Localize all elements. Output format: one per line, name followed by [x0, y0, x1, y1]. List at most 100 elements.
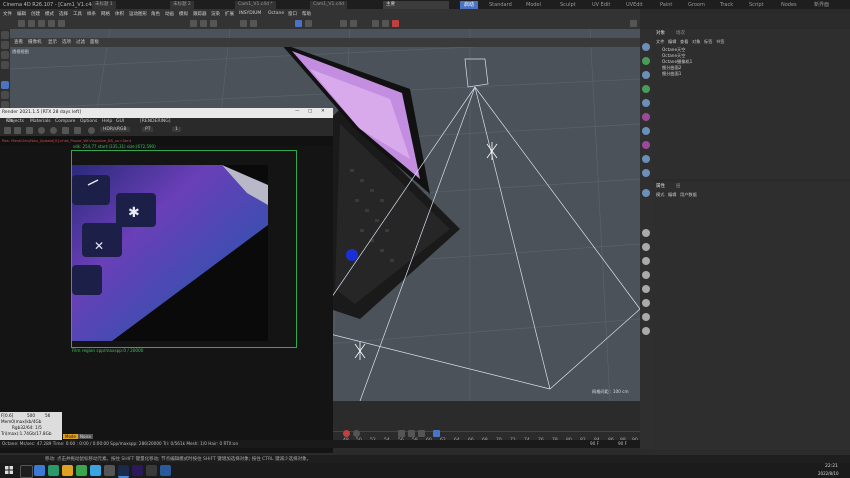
timeline-start[interactable]: 90 F — [590, 441, 599, 446]
points-mode-icon[interactable] — [1, 91, 9, 99]
menu-volume[interactable]: 体积 — [115, 11, 124, 17]
undo-icon[interactable] — [18, 20, 25, 27]
menu-edit[interactable]: 编辑 — [17, 11, 26, 17]
record-icon[interactable] — [343, 430, 350, 437]
menu-tools[interactable]: 工具 — [73, 11, 82, 17]
maximize-icon[interactable]: □ — [308, 109, 312, 114]
timeline-end[interactable]: 90 F — [618, 441, 627, 446]
vp-menu-filter[interactable]: 过滤 — [76, 39, 85, 45]
om-menu-object[interactable]: 对象 — [692, 39, 700, 45]
vp-menu-panel[interactable]: 面板 — [90, 39, 99, 45]
redo-icon[interactable] — [28, 20, 35, 27]
rw-menu-gui[interactable]: GUI — [116, 119, 124, 124]
layout-tab-groom[interactable]: Groom — [684, 1, 709, 9]
kernel-select[interactable]: PT — [142, 127, 154, 132]
layout-tab-script[interactable]: Script — [745, 1, 768, 9]
light-icon[interactable] — [382, 20, 389, 27]
octane-volume-icon[interactable] — [642, 127, 650, 135]
layout-icon[interactable] — [630, 20, 637, 27]
layout-tab-paint[interactable]: Paint — [656, 1, 676, 9]
menu-character[interactable]: 角色 — [151, 11, 160, 17]
layout-tab-uvedit-2[interactable]: UVEdit — [622, 1, 647, 9]
search-icon[interactable] — [20, 465, 33, 478]
vp-menu-display[interactable]: 显示 — [48, 39, 57, 45]
autokey-icon[interactable] — [353, 430, 360, 437]
menu-mograph[interactable]: 运动图形 — [129, 11, 147, 17]
menu-octane[interactable]: Octane — [268, 11, 284, 16]
deformer-icon[interactable] — [340, 20, 347, 27]
octane-app-icon[interactable] — [146, 465, 157, 476]
menu-spline[interactable]: 样条 — [87, 11, 96, 17]
task-view-icon[interactable] — [34, 465, 45, 476]
play-icon[interactable] — [408, 430, 415, 437]
doc-tab-5[interactable]: 主要 — [383, 1, 449, 9]
render-view-icon[interactable] — [190, 20, 197, 27]
layout-tab-track[interactable]: Track — [716, 1, 737, 9]
vp-menu-view[interactable]: 查看 — [14, 39, 23, 45]
vp-menu-camera[interactable]: 摄像机 — [28, 39, 42, 45]
menu-mode[interactable]: 模式 — [45, 11, 54, 17]
cinema4d-icon[interactable] — [118, 465, 129, 478]
value-field[interactable]: 1 — [172, 127, 181, 132]
vp-menu-options[interactable]: 选项 — [62, 39, 71, 45]
menu-select[interactable]: 选择 — [59, 11, 68, 17]
layout-tab-model[interactable]: Model — [522, 1, 545, 9]
menu-insydium[interactable]: INSYDIUM — [239, 11, 261, 16]
am-menu-mode[interactable]: 模式 — [656, 192, 664, 198]
layout-tab-nodes[interactable]: Nodes — [777, 1, 801, 9]
render-icon[interactable] — [200, 20, 207, 27]
om-menu-view[interactable]: 查看 — [680, 39, 688, 45]
camera-icon[interactable] — [372, 20, 379, 27]
restart-icon[interactable] — [14, 127, 21, 134]
octane-texture-icon[interactable] — [642, 113, 650, 121]
octane-light-icon[interactable] — [642, 57, 650, 65]
field-icon[interactable] — [350, 20, 357, 27]
menu-create[interactable]: 创建 — [31, 11, 40, 17]
object-row[interactable]: Octane天空 — [654, 53, 848, 58]
colorspace-select[interactable]: HDR/sRGB — [100, 127, 130, 132]
rw-menu-help[interactable]: Help — [102, 119, 112, 124]
object-row[interactable]: Octane天空 — [654, 47, 848, 52]
octane-vdb-icon[interactable] — [642, 169, 650, 177]
menu-extensions[interactable]: 扩展 — [225, 11, 234, 17]
sphere-icon[interactable] — [642, 229, 650, 237]
next-frame-icon[interactable] — [418, 430, 425, 437]
menu-animate[interactable]: 动画 — [165, 11, 174, 17]
scale-icon[interactable] — [48, 20, 55, 27]
noise-button[interactable]: Noise — [78, 434, 94, 439]
render-settings-icon[interactable] — [210, 20, 217, 27]
om-menu-file[interactable]: 文件 — [656, 39, 664, 45]
tab-layers[interactable]: 层 — [676, 183, 681, 189]
uploader-icon[interactable] — [160, 465, 171, 476]
keyframe-icon[interactable] — [433, 430, 440, 437]
octane-sky-icon[interactable] — [642, 43, 650, 51]
om-menu-edit[interactable]: 编辑 — [668, 39, 676, 45]
menu-tracker[interactable]: 跟踪器 — [193, 11, 207, 17]
om-menu-tags[interactable]: 标签 — [704, 39, 712, 45]
sphere-4-icon[interactable] — [642, 271, 650, 279]
mode-button[interactable]: Mode — [63, 434, 78, 439]
layout-tab-standard[interactable]: Standard — [485, 1, 516, 9]
tab-attributes[interactable]: 属性 — [656, 183, 665, 189]
select-tool-icon[interactable] — [1, 31, 9, 39]
object-row[interactable]: 细分曲面1 — [654, 71, 848, 76]
region-icon[interactable] — [62, 127, 69, 134]
am-menu-edit[interactable]: 编辑 — [668, 192, 676, 198]
wechat-icon[interactable] — [76, 465, 87, 476]
pause-icon[interactable] — [38, 127, 45, 134]
doc-tab-3[interactable]: Cam1_V1.c4d * — [235, 1, 276, 9]
minimize-icon[interactable]: — — [295, 109, 300, 114]
sphere-3-icon[interactable] — [642, 257, 650, 265]
send-scene-icon[interactable] — [4, 127, 11, 134]
move-tool-icon[interactable] — [1, 41, 9, 49]
tab-objects[interactable]: 对象 — [656, 30, 665, 36]
rw-menu-materials[interactable]: Materials — [30, 119, 51, 124]
after-effects-icon[interactable] — [132, 465, 143, 476]
rw-menu-objects-label[interactable]: Objects — [7, 119, 24, 124]
sphere-5-icon[interactable] — [642, 285, 650, 293]
octane-env-icon[interactable] — [642, 189, 650, 197]
octane-camera-icon[interactable] — [642, 71, 650, 79]
move-icon[interactable] — [38, 20, 45, 27]
sphere-7-icon[interactable] — [642, 313, 650, 321]
om-menu-bookmarks[interactable]: 书签 — [716, 39, 724, 45]
